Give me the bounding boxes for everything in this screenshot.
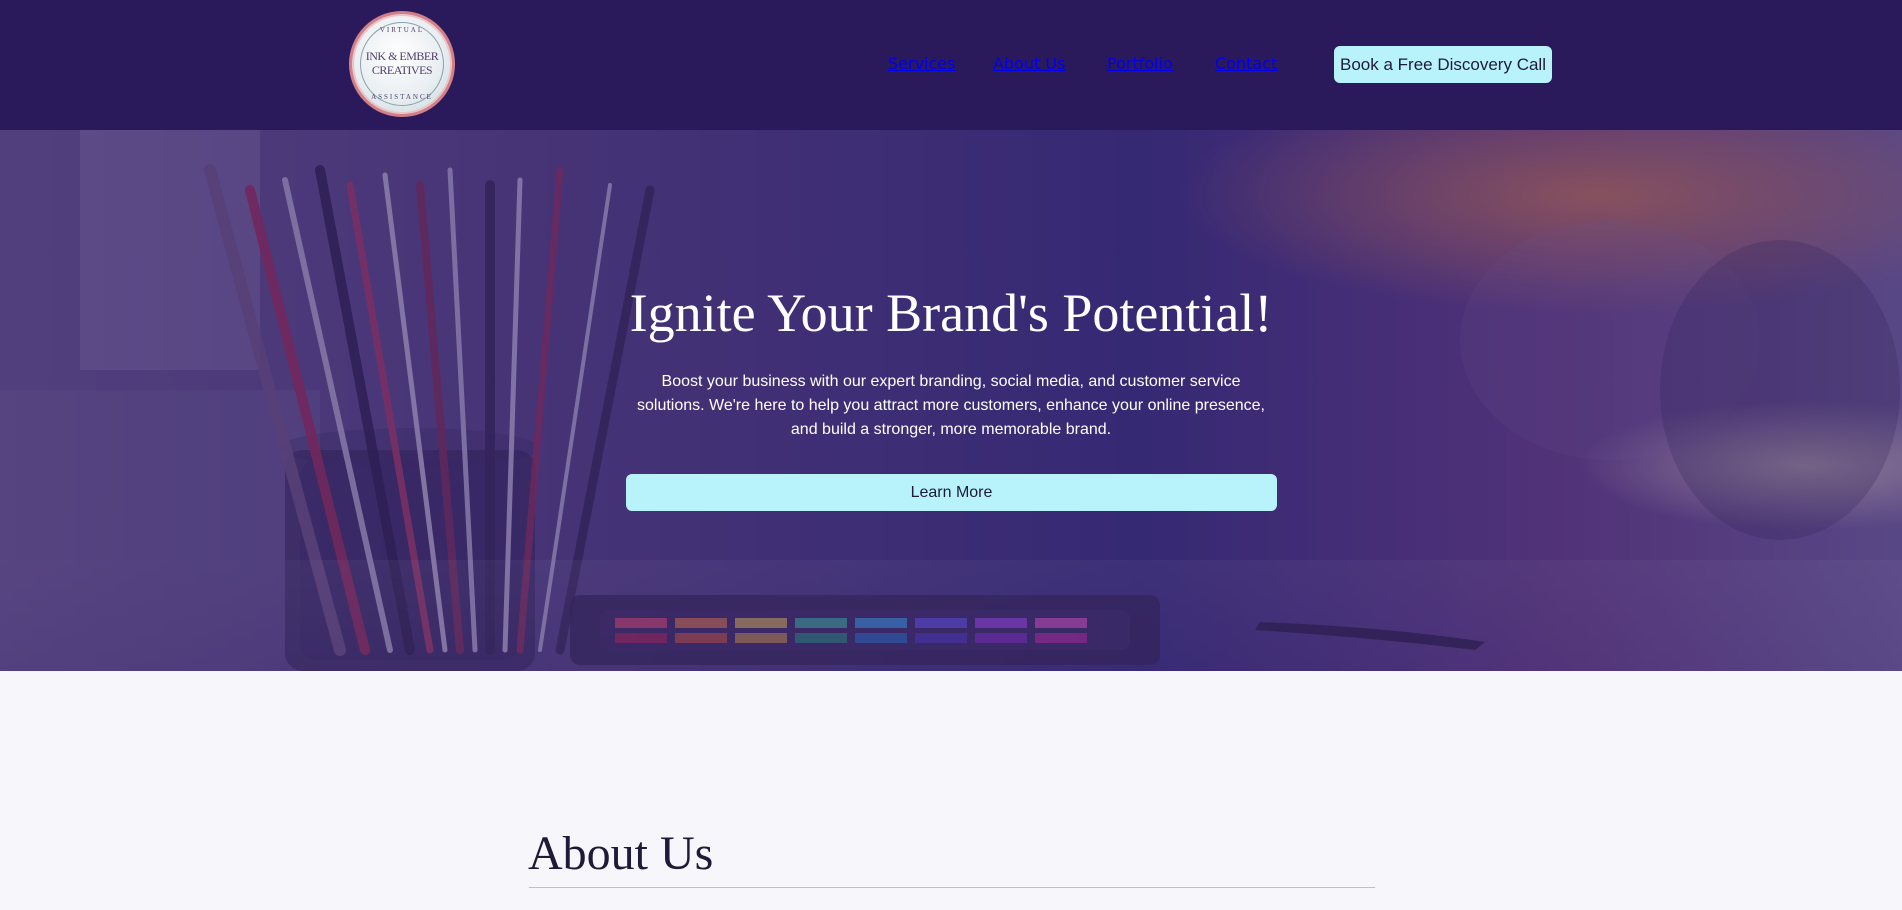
nav-item-portfolio[interactable]: Portfolio (1107, 54, 1173, 73)
nav-item-services[interactable]: Services (888, 54, 955, 73)
hero-title: Ignite Your Brand's Potential! (629, 283, 1273, 343)
about-us-heading: About Us (528, 827, 714, 880)
learn-more-button[interactable]: Learn More (626, 474, 1277, 511)
logo-main-text: INK & EMBER CREATIVES (352, 49, 452, 77)
hero-description: Boost your business with our expert bran… (637, 373, 1265, 438)
book-discovery-call-button[interactable]: Book a Free Discovery Call (1334, 46, 1552, 83)
nav-item-about-us[interactable]: About Us (993, 54, 1065, 73)
logo-main-line-2: CREATIVES (371, 63, 433, 77)
brand-logo[interactable]: VIRTUAL INK & EMBER CREATIVES ASSISTANCE (352, 14, 452, 114)
nav-item-contact[interactable]: Contact (1215, 54, 1277, 73)
logo-main-line-1: INK & EMBER (365, 49, 439, 63)
logo-top-text: VIRTUAL (379, 26, 425, 34)
hero-section: Ignite Your Brand's Potential! Boost you… (0, 130, 1902, 671)
logo-bottom-text: ASSISTANCE (371, 93, 433, 101)
site-header: VIRTUAL INK & EMBER CREATIVES ASSISTANCE… (0, 0, 1902, 130)
about-us-divider (529, 887, 1375, 888)
